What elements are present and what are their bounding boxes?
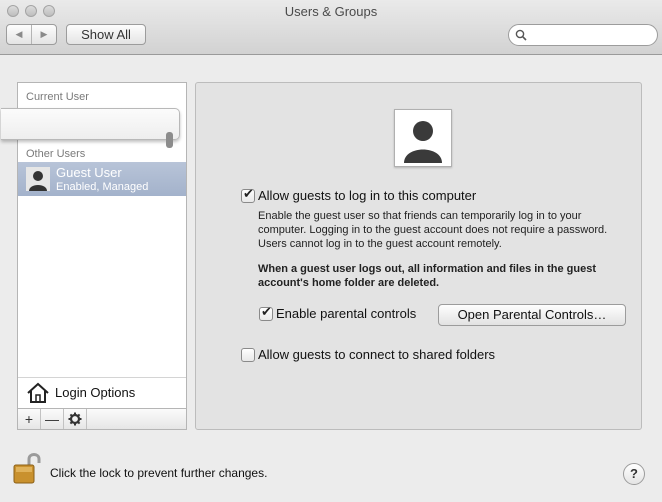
lock-message: Click the lock to prevent further change… [50, 466, 268, 480]
title-bar: Users & Groups ◀ ▶ Show All [0, 0, 662, 55]
popup-scroll-indicator[interactable] [166, 132, 173, 148]
sidebar-item-guest-user[interactable]: Guest User Enabled, Managed [18, 162, 186, 196]
guest-user-picture[interactable] [394, 109, 452, 167]
login-options-label: Login Options [55, 385, 136, 400]
show-all-button[interactable]: Show All [66, 24, 146, 45]
parental-controls-label: Enable parental controls [276, 306, 417, 321]
parental-controls-checkbox[interactable] [259, 304, 273, 321]
other-users-header: Other Users [26, 148, 86, 160]
current-user-header: Current User [26, 91, 89, 103]
window-title: Users & Groups [284, 4, 378, 19]
user-status: Enabled, Managed [56, 181, 149, 193]
remove-user-button[interactable]: — [41, 409, 64, 429]
user-silhouette-icon [404, 121, 442, 163]
search-field[interactable] [508, 24, 658, 46]
user-silhouette-icon [26, 167, 50, 191]
back-button[interactable]: ◀ [7, 25, 31, 44]
users-sidebar: Current User Other Users Guest User Enab… [1, 82, 187, 430]
navigation-buttons: ◀ ▶ [6, 24, 57, 45]
guest-user-panel: Allow guests to log in to this computer … [195, 82, 642, 430]
current-user-popup[interactable] [1, 108, 180, 148]
allow-guests-checkbox[interactable] [241, 186, 255, 203]
allow-guests-label: Allow guests to log in to this computer [258, 188, 477, 203]
open-parental-controls-button[interactable]: Open Parental Controls… [438, 304, 626, 326]
guest-logout-note: When a guest user logs out, all informat… [258, 263, 596, 289]
users-groups-window: Users & Groups ◀ ▶ Show All Current User… [0, 0, 662, 502]
login-options-item[interactable]: Login Options [18, 377, 186, 407]
sidebar-toolbar: + — [18, 408, 186, 429]
forward-button[interactable]: ▶ [31, 25, 56, 44]
shared-folders-checkbox[interactable] [241, 348, 255, 362]
action-gear-button[interactable] [64, 409, 87, 429]
lock-button[interactable] [11, 451, 43, 488]
shared-folders-label: Allow guests to connect to shared folder… [258, 347, 496, 362]
add-user-button[interactable]: + [18, 409, 41, 429]
user-name: Guest User [56, 165, 122, 180]
search-icon [515, 29, 527, 41]
help-button[interactable]: ? [623, 463, 645, 485]
guest-description: Enable the guest user so that friends ca… [258, 210, 608, 250]
gear-icon [68, 412, 82, 426]
house-icon [27, 382, 49, 403]
unlocked-padlock-icon [13, 453, 41, 484]
